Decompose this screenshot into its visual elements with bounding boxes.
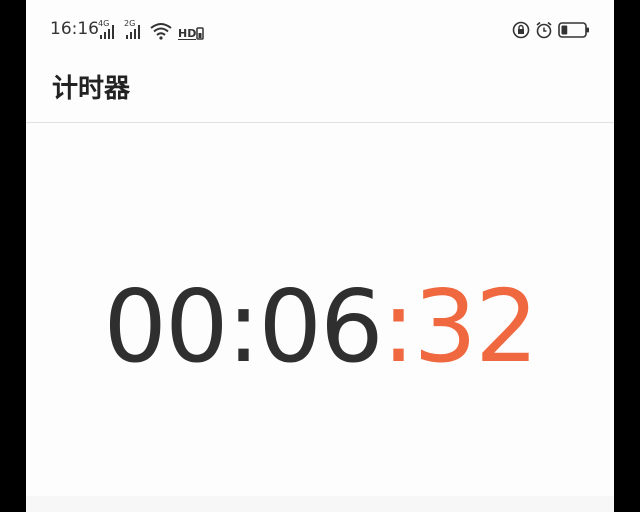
wifi-icon (150, 23, 172, 40)
signal-icon: 4G (98, 20, 118, 40)
timer-seconds: 32 (413, 268, 538, 385)
status-left-icons: 4G 2G HD (98, 18, 205, 40)
phone-screen: 16:16 4G 2G HD 计时器 00:06:32 (26, 0, 614, 512)
hd-label: HD (178, 27, 197, 40)
alarm-icon (536, 21, 552, 39)
rotation-lock-icon (512, 21, 530, 39)
hd-icon: HD (178, 26, 205, 40)
bottom-panel-edge (26, 496, 614, 512)
timer-hours: 00 (103, 268, 228, 385)
timer-separator: : (381, 268, 416, 385)
battery-icon (558, 22, 589, 38)
timer-display: 00:06:32 (26, 272, 614, 382)
timer-minutes: 06 (258, 268, 383, 385)
status-time: 16:16 (50, 19, 99, 39)
status-right-icons (512, 19, 590, 41)
signal-icon: 2G (124, 20, 144, 40)
status-bar: 16:16 4G 2G HD (26, 0, 614, 58)
timer-separator: : (226, 268, 261, 385)
page-title: 计时器 (52, 74, 131, 104)
title-bar: 计时器 (26, 58, 614, 123)
